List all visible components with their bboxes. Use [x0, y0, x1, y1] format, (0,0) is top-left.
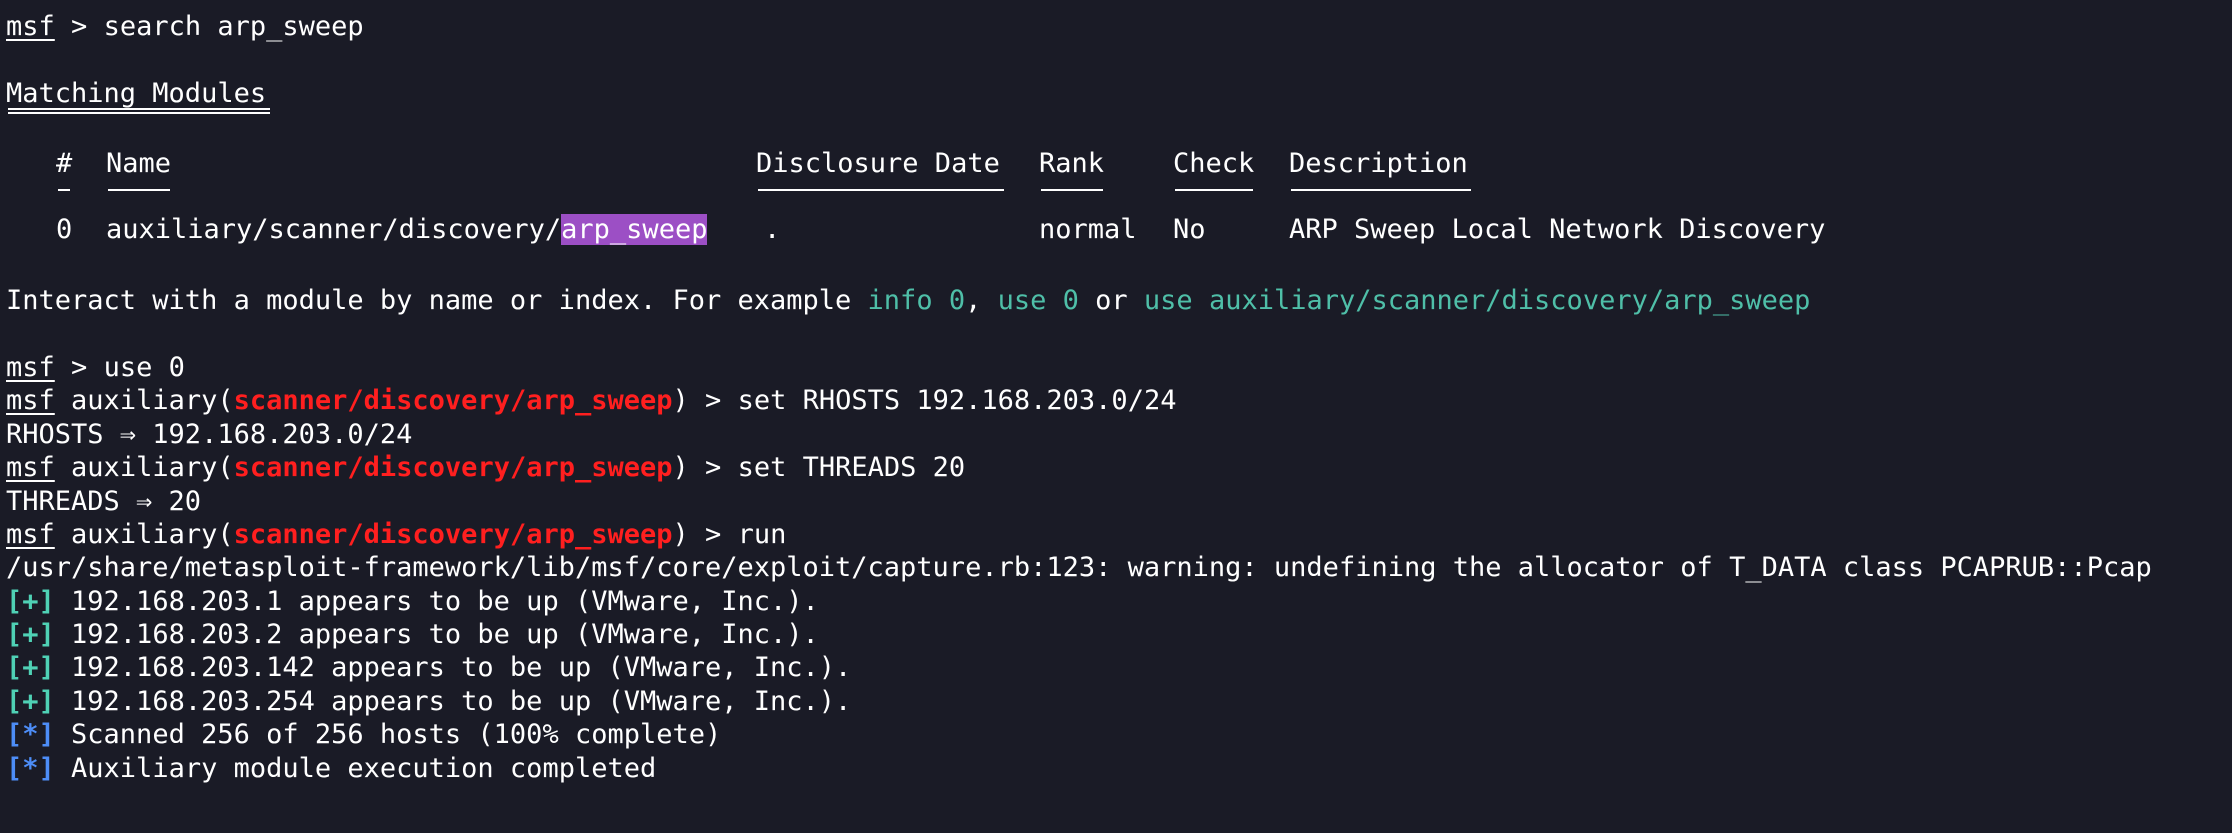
success-marker: [+] — [6, 685, 55, 717]
success-marker: [+] — [6, 585, 55, 617]
msf-prompt: msf — [6, 518, 55, 550]
msf-prompt: msf — [6, 351, 55, 383]
header-underline — [58, 189, 70, 192]
command-line-set-threads: msf auxiliary(scanner/discovery/arp_swee… — [6, 452, 966, 484]
status-line: [*] Auxiliary module execution completed — [6, 752, 657, 784]
col-header-rank: Rank — [1039, 148, 1105, 180]
section-heading: Matching Modules — [6, 77, 267, 109]
row-description: ARP Sweep Local Network Discovery — [1289, 214, 1826, 246]
info-marker: [*] — [6, 752, 55, 784]
output-threads: THREADS ⇒ 20 — [6, 485, 202, 517]
col-header-check: Check — [1173, 148, 1255, 180]
module-path: scanner/discovery/arp_sweep — [233, 385, 673, 417]
header-underline — [1175, 189, 1253, 192]
result-line: [+] 192.168.203.2 appears to be up (VMwa… — [6, 619, 819, 651]
header-underline — [758, 189, 1004, 192]
row-check: No — [1173, 214, 1206, 246]
command-line-run: msf auxiliary(scanner/discovery/arp_swee… — [6, 518, 787, 550]
command-text: run — [737, 518, 787, 550]
header-underline — [108, 189, 170, 192]
col-header-name: Name — [106, 148, 172, 180]
row-rank: normal — [1039, 214, 1137, 246]
hint-example-info[interactable]: info 0 — [868, 285, 966, 316]
msf-prompt: msf — [6, 11, 55, 42]
output-warning: /usr/share/metasploit-framework/lib/msf/… — [6, 552, 2152, 584]
row-index: 0 — [56, 214, 73, 246]
command-line-search: msf > search arp_sweep — [6, 11, 364, 42]
msf-prompt: msf — [6, 385, 55, 417]
success-marker: [+] — [6, 619, 55, 651]
module-path: scanner/discovery/arp_sweep — [233, 452, 673, 484]
row-disclosure-date: . — [764, 214, 781, 246]
result-line: [+] 192.168.203.142 appears to be up (VM… — [6, 652, 852, 684]
command-line-use: msf > use 0 — [6, 351, 185, 383]
row-name[interactable]: auxiliary/scanner/discovery/arp_sweep — [106, 213, 708, 246]
msf-prompt: msf — [6, 452, 55, 484]
result-line: [+] 192.168.203.254 appears to be up (VM… — [6, 685, 852, 717]
modules-table: # Name Disclosure Date Rank Check Descri… — [6, 141, 2232, 246]
col-header-disclosure-date: Disclosure Date — [756, 148, 1000, 180]
header-underline — [1041, 189, 1103, 192]
command-text: set THREADS 20 — [737, 452, 966, 484]
command-text: search arp_sweep — [103, 11, 364, 42]
info-marker: [*] — [6, 719, 55, 751]
search-match-highlight: arp_sweep — [561, 214, 708, 246]
module-path: scanner/discovery/arp_sweep — [233, 518, 673, 550]
command-line-set-rhosts: msf auxiliary(scanner/discovery/arp_swee… — [6, 385, 1177, 417]
hint-example-use-path[interactable]: use auxiliary/scanner/discovery/arp_swee… — [1144, 285, 1810, 316]
command-text: use 0 — [103, 351, 185, 383]
result-line: [+] 192.168.203.1 appears to be up (VMwa… — [6, 585, 819, 617]
command-text: set RHOSTS 192.168.203.0/24 — [737, 385, 1177, 417]
success-marker: [+] — [6, 652, 55, 684]
output-rhosts: RHOSTS ⇒ 192.168.203.0/24 — [6, 418, 413, 450]
col-header-index: # — [56, 148, 73, 180]
interact-hint: Interact with a module by name or index.… — [6, 285, 1811, 317]
hint-example-use-index[interactable]: use 0 — [998, 285, 1079, 316]
status-line: [*] Scanned 256 of 256 hosts (100% compl… — [6, 719, 722, 751]
col-header-description: Description — [1289, 148, 1468, 180]
terminal-window[interactable]: msf > search arp_sweep Matching Modules … — [0, 0, 2232, 833]
header-underline — [1291, 189, 1471, 192]
